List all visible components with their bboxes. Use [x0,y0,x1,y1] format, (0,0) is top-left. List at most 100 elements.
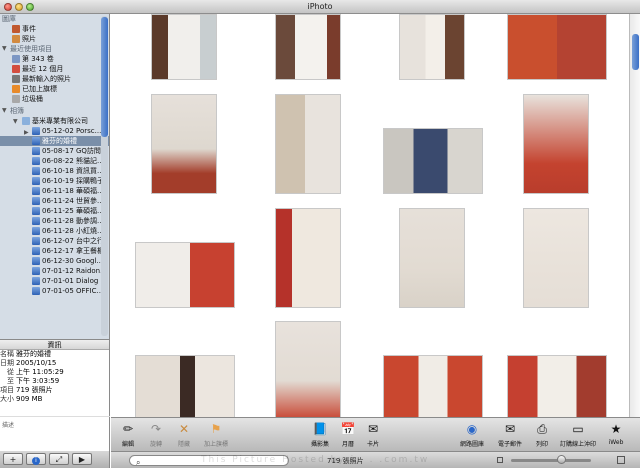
album-item[interactable]: 06-11-18 華碩福... [0,186,109,196]
photo-thumbnail[interactable] [523,208,589,308]
info-row-date: 日期 2005/10/15 [0,359,57,367]
zoom-slider-knob[interactable] [557,455,566,464]
photo-thumbnail[interactable] [275,14,341,80]
calendar-icon [12,65,20,73]
album-icon [32,197,40,205]
sidebar-item-trash[interactable]: 垃圾桶 [0,94,109,104]
window-controls [4,3,34,11]
photo-scroll-thumb[interactable] [632,34,639,70]
album-item[interactable]: 07-01-12 Raidon... [0,266,109,276]
flag-button[interactable]: ⚑ 加上旗標 [199,421,233,448]
album-item[interactable]: 06-11-28 動參調... [0,216,109,226]
iweb-button[interactable]: ★ iWeb [605,421,627,446]
zoom-slider[interactable] [511,459,591,462]
photo-thumbnail[interactable] [399,14,465,80]
add-button[interactable]: + [3,453,23,465]
sidebar-folder[interactable]: ▼ 基米專業有限公司 [0,116,109,126]
album-item[interactable]: 05-08-17 GQ訪問 [0,146,109,156]
printer-icon: ⎙ [537,421,547,436]
email-button[interactable]: ✉ 電子郵件 [495,421,525,448]
calendar-icon: 📅 [340,422,356,436]
album-item[interactable]: 06-10-18 資訊買... [0,166,109,176]
zoom-small-icon[interactable] [497,457,503,463]
photo-thumbnail[interactable] [399,208,465,308]
albums-header[interactable]: ▼ 相簿 [0,106,109,116]
album-item[interactable]: ▶ 05-12-02 Porsc... [0,126,109,136]
photo-thumbnail[interactable] [151,14,217,80]
photo-scrollbar[interactable] [629,14,640,417]
album-item-selected[interactable]: 雅芬的婚禮 [0,136,109,146]
info-button[interactable]: i [26,453,46,465]
info-title: 資訊 [0,340,109,350]
photo-thumbnail[interactable] [523,94,589,194]
album-item[interactable]: 06-12-17 拿王餐櫃 [0,246,109,256]
photo-thumbnail[interactable] [507,355,607,417]
calendar-button[interactable]: 📅 月曆 [337,421,359,448]
album-item[interactable]: 06-12-07 台中之行 [0,236,109,246]
sidebar-item-last-12-months[interactable]: 最近 12 個月 [0,64,109,74]
album-item[interactable]: 06-11-24 世貿參... [0,196,109,206]
bottom-toolbar: ✏ 編輯 ↷ 旋轉 ✕ 隱藏 ⚑ 加上旗標 📘 攝影集 📅 月曆 ✉ 卡片 ◉ 網路圖庫 ✉ 電子… [111,417,640,451]
info-row-size: 大小 909 MB [0,395,43,403]
photo-thumbnail[interactable] [135,355,235,417]
slideshow-button[interactable]: ▶ [72,453,92,465]
order-prints-button[interactable]: ▭ 訂購線上沖印 [557,421,599,448]
album-item[interactable]: 06-10-19 採購鴨子 [0,176,109,186]
watermark: This Picture Hosted by j . . .com.tw [201,455,430,465]
album-item[interactable]: 06-12-30 Googl... [0,256,109,266]
album-item[interactable]: 06-11-28 小紅燒... [0,226,109,236]
edit-button[interactable]: ✏ 編輯 [117,421,139,448]
sidebar-item-flagged[interactable]: 已加上旗標 [0,84,109,94]
album-icon [32,137,40,145]
album-item[interactable]: 06-08-22 熊貓記... [0,156,109,166]
photo-thumbnail[interactable] [383,128,483,194]
sidebar-scrollbar[interactable] [101,16,108,336]
import-icon [12,75,20,83]
album-item[interactable]: 07-01-05 OFFIC... [0,286,109,296]
album-icon [32,217,40,225]
album-item[interactable]: 06-11-25 華碩福... [0,206,109,216]
zoom-button[interactable] [26,3,34,11]
minimize-button[interactable] [15,3,23,11]
album-icon [32,177,40,185]
book-button[interactable]: 📘 攝影集 [307,421,333,448]
recent-header[interactable]: ▼ 最近使用項目 [0,44,109,54]
album-item[interactable]: 07-01-01 Dialog [0,276,109,286]
hide-button[interactable]: ✕ 隱藏 [173,421,195,448]
sidebar-item-events[interactable]: 事件 [0,24,109,34]
album-icon [32,227,40,235]
photo-thumbnail[interactable] [507,14,607,80]
rotate-button[interactable]: ↷ 旋轉 [145,421,167,448]
album-icon [32,287,40,295]
sidebar-scroll-thumb[interactable] [101,17,108,137]
disclosure-triangle-icon: ▼ [13,118,18,125]
album-icon [32,237,40,245]
photo-thumbnail[interactable] [275,321,341,417]
photo-thumbnail[interactable] [275,94,341,194]
print-button[interactable]: ⎙ 列印 [531,421,553,449]
info-row-items: 項目 719 張照片 [0,386,53,394]
album-icon [32,157,40,165]
info-row-to: 至下午 3:03:59 [7,377,60,385]
info-panel: 資訊 名稱 雅芬的婚禮 日期 2005/10/15 從上午 11:05:29 至下午… [0,339,110,451]
disclosure-triangle-icon: ▶ [24,129,29,136]
card-button[interactable]: ✉ 卡片 [363,421,383,448]
hide-icon: ✕ [178,422,190,436]
sidebar-item-last-import[interactable]: 最新輸入的照片 [0,74,109,84]
photo-thumbnail[interactable] [151,94,217,194]
web-gallery-button[interactable]: ◉ 網路圖庫 [457,421,487,448]
photo-thumbnail[interactable] [383,355,483,417]
sidebar-item-roll[interactable]: 第 343 卷 [0,54,109,64]
sidebar-item-photos[interactable]: 照片 [0,34,109,44]
zoom-large-icon[interactable] [617,456,625,464]
fullscreen-button[interactable]: ⤢ [49,453,69,465]
disclosure-triangle-icon: ▼ [2,45,7,52]
source-list-controls: + i ⤢ ▶ [0,451,110,468]
description-label[interactable]: 描述 [2,420,14,429]
close-button[interactable] [4,3,12,11]
photo-thumbnail[interactable] [135,242,235,308]
window-title: iPhoto [307,2,333,11]
photo-thumbnail[interactable] [275,208,341,308]
folder-icon [22,117,30,125]
roll-icon [12,55,20,63]
